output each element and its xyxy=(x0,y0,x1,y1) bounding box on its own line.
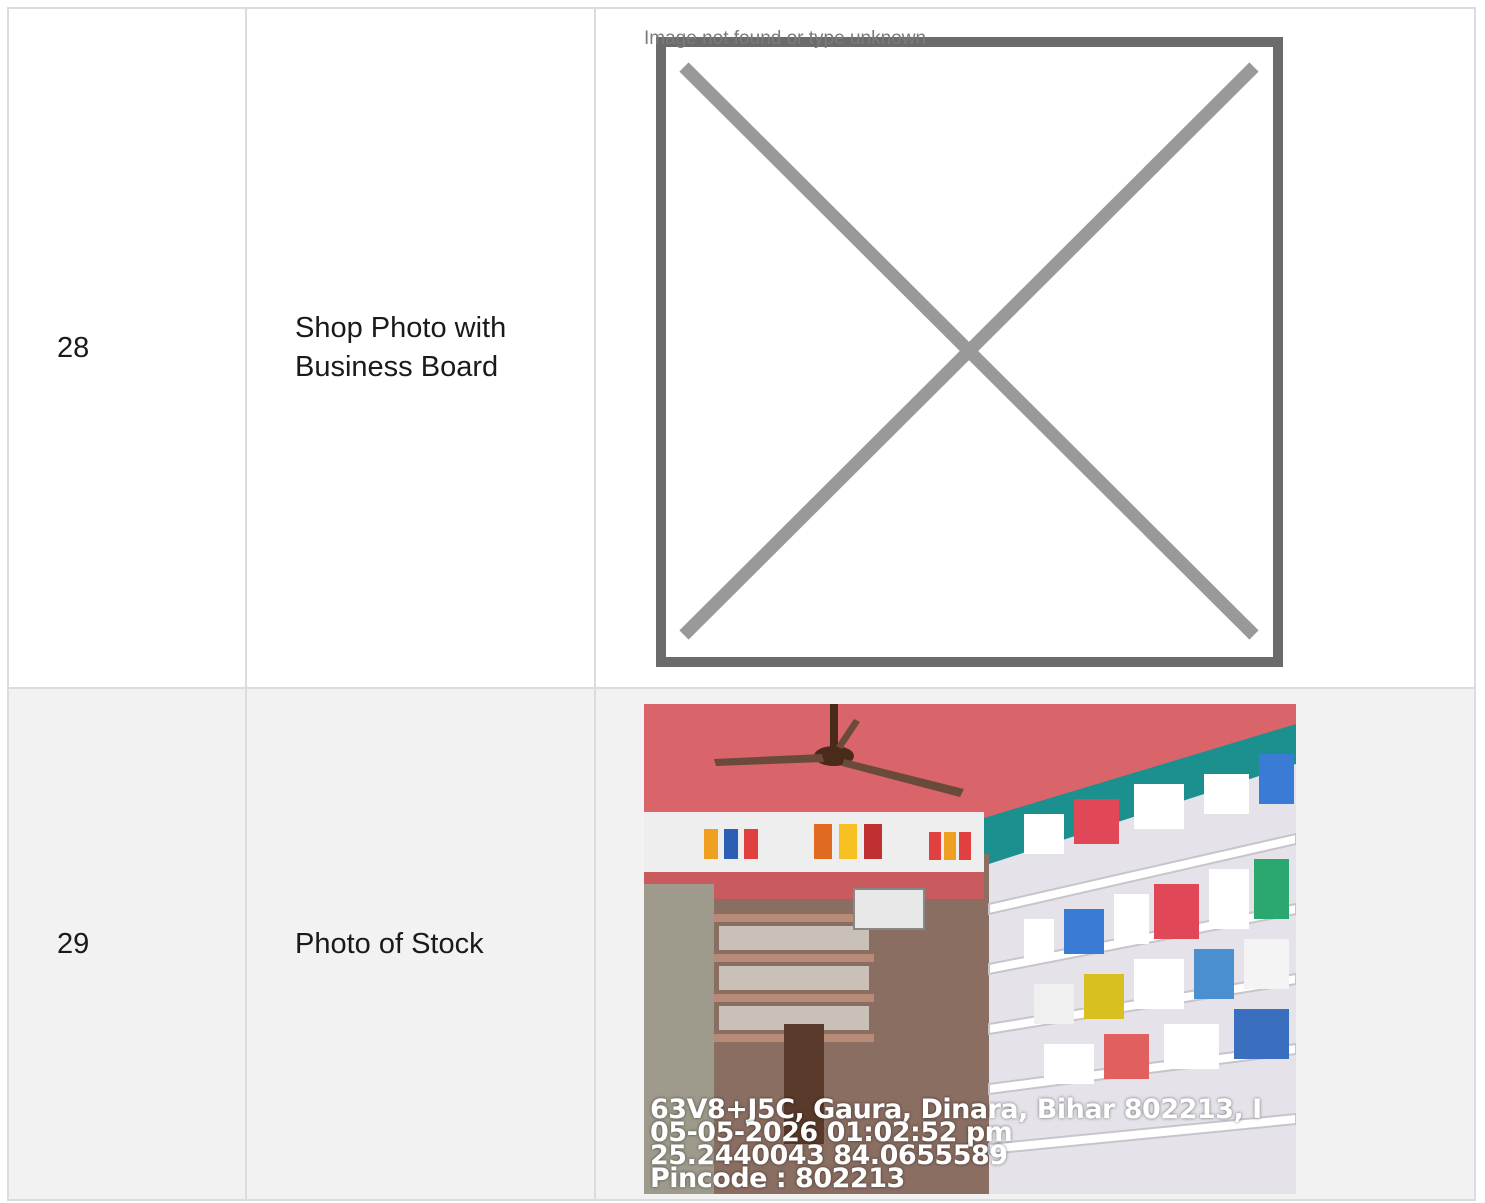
broken-image-alt-text: Image not found or type unknown xyxy=(644,28,927,49)
row-label-cell: Shop Photo with Business Board xyxy=(245,7,596,689)
document-table: 28 Shop Photo with Business Board Image … xyxy=(7,7,1476,1201)
photo-stamp: 63V8+J5C, Gaura, Dinara, Bihar 802213, I… xyxy=(650,1096,1262,1192)
table-row: 29 Photo of Stock 63V8+J5C, Gaura, Dinar… xyxy=(7,687,1476,1201)
row-label: Shop Photo with Business Board xyxy=(295,312,507,383)
table-row: 28 Shop Photo with Business Board Image … xyxy=(7,7,1476,689)
broken-image: Image not found or type unknown xyxy=(644,27,1283,667)
broken-image-icon xyxy=(656,37,1283,667)
row-label-cell: Photo of Stock xyxy=(245,687,596,1201)
row-label: Photo of Stock xyxy=(295,927,484,960)
row-number-cell: 29 xyxy=(7,687,247,1201)
row-image-cell: 63V8+J5C, Gaura, Dinara, Bihar 802213, I… xyxy=(594,687,1476,1201)
row-number: 29 xyxy=(57,927,90,960)
row-image-cell: Image not found or type unknown xyxy=(594,7,1476,689)
row-number-cell: 28 xyxy=(7,7,247,689)
stock-photo: 63V8+J5C, Gaura, Dinara, Bihar 802213, I… xyxy=(644,704,1296,1194)
row-number: 28 xyxy=(57,331,90,364)
